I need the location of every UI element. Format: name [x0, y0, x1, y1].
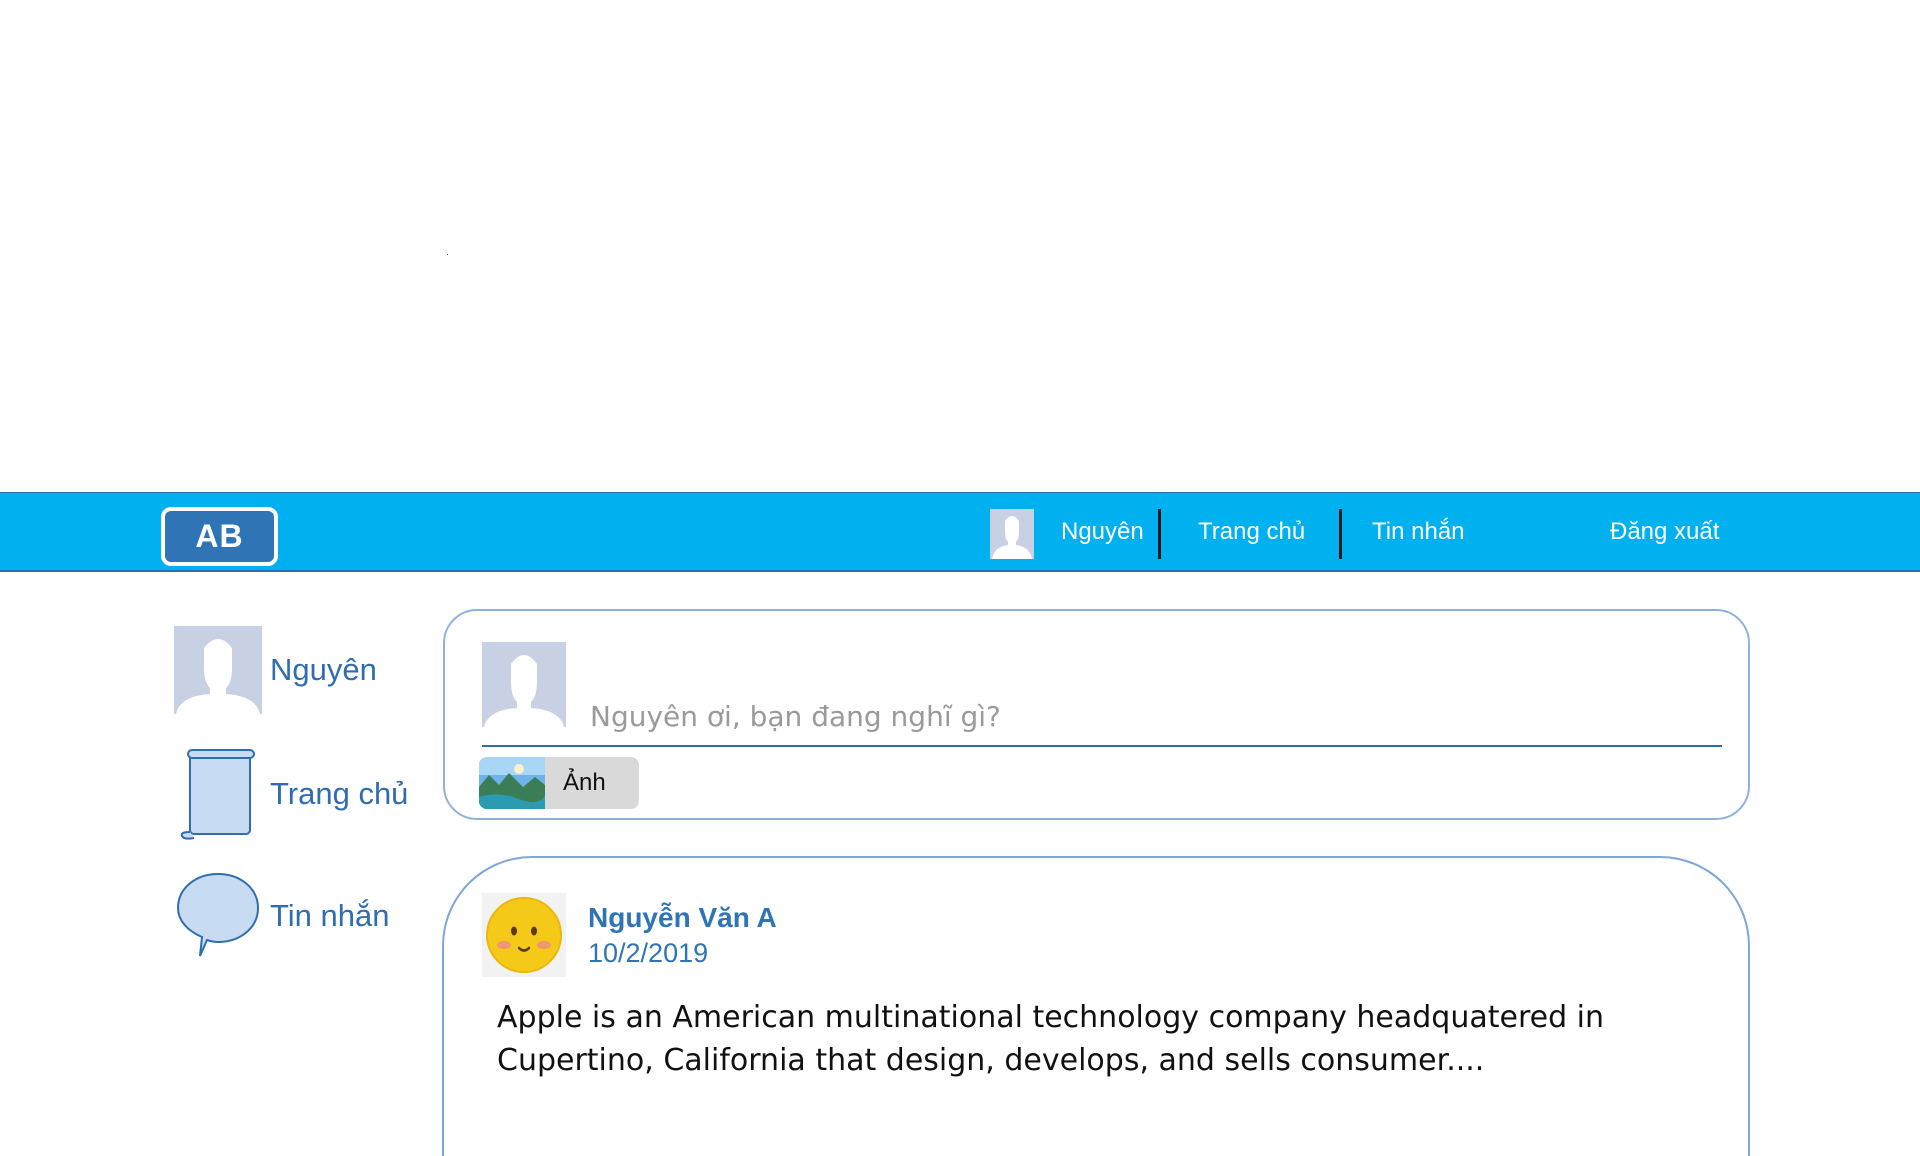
- stray-dot: [447, 254, 448, 255]
- speech-bubble-icon: [176, 872, 260, 957]
- sidebar-item-label: Nguyên: [270, 652, 377, 687]
- avatar-icon: [174, 626, 262, 714]
- top-navbar: AB Nguyên Trang chủ Tin nhắn Đăng xuất: [0, 492, 1920, 572]
- add-photo-label: Ảnh: [563, 769, 606, 796]
- landscape-photo-icon: [479, 757, 545, 809]
- nav-home[interactable]: Trang chủ: [1198, 493, 1305, 571]
- scroll-icon: [180, 749, 255, 840]
- input-underline: [482, 745, 1722, 747]
- feed-post: Nguyễn Văn A 10/2/2019 Apple is an Ameri…: [442, 856, 1750, 1156]
- add-photo-button[interactable]: Ảnh: [479, 757, 639, 809]
- sidebar-item-label: Trang chủ: [270, 776, 409, 811]
- nav-divider: [1339, 509, 1342, 559]
- post-composer: Ảnh: [443, 609, 1750, 820]
- status-input[interactable]: [588, 695, 1592, 737]
- smiley-avatar-icon[interactable]: [482, 893, 566, 977]
- post-text: Apple is an American multinational techn…: [497, 1000, 1604, 1078]
- logo[interactable]: AB: [161, 507, 278, 566]
- avatar-icon[interactable]: [990, 509, 1034, 559]
- nav-divider: [1158, 509, 1161, 559]
- sidebar-item-home[interactable]: Trang chủ: [174, 748, 408, 840]
- post-date: 10/2/2019: [588, 938, 709, 968]
- post-author[interactable]: Nguyễn Văn A: [588, 902, 777, 934]
- sidebar-item-profile[interactable]: Nguyên: [174, 626, 377, 714]
- sidebar-item-label: Tin nhắn: [270, 898, 390, 933]
- nav-logout[interactable]: Đăng xuất: [1610, 493, 1719, 571]
- nav-messages[interactable]: Tin nhắn: [1372, 493, 1465, 571]
- nav-user-name[interactable]: Nguyên: [1061, 493, 1144, 571]
- avatar-icon: [482, 642, 566, 727]
- sidebar-item-messages[interactable]: Tin nhắn: [174, 870, 390, 962]
